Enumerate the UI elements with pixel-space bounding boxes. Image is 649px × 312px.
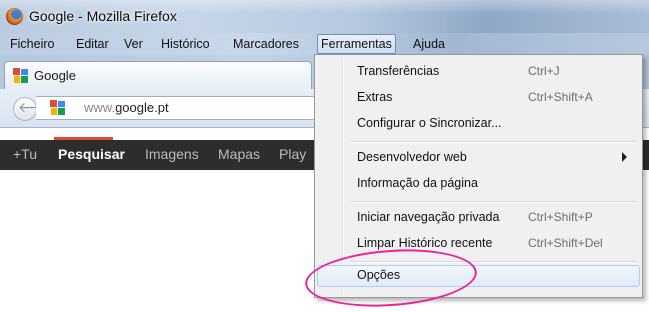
menuitem-label: Configurar o Sincronizar...: [357, 116, 502, 130]
menu-separator: [351, 201, 637, 203]
title-bar[interactable]: Google - Mozilla Firefox: [0, 0, 649, 33]
menuitem-informacao-pagina[interactable]: Informação da página: [317, 173, 640, 195]
menu-marcadores[interactable]: Marcadores: [231, 36, 301, 52]
menuitem-desenvolvedor-web[interactable]: Desenvolvedor web: [317, 147, 640, 169]
tab-google[interactable]: Google: [4, 61, 312, 90]
menuitem-shortcut: Ctrl+Shift+P: [528, 210, 593, 224]
menuitem-label: Desenvolvedor web: [357, 150, 467, 164]
menuitem-configurar-sincronizar[interactable]: Configurar o Sincronizar...: [317, 113, 640, 135]
menuitem-label: Transferências: [357, 64, 440, 78]
menu-historico[interactable]: Histórico: [159, 36, 212, 52]
menu-ficheiro[interactable]: Ficheiro: [8, 36, 56, 52]
menuitem-shortcut: Ctrl+Shift+A: [528, 90, 593, 104]
url-bar[interactable]: www.google.pt: [36, 96, 327, 120]
firefox-icon: [6, 8, 23, 25]
menu-ver[interactable]: Ver: [122, 36, 145, 52]
menuitem-label: Iniciar navegação privada: [357, 210, 500, 224]
ferramentas-dropdown: Transferências Ctrl+J Extras Ctrl+Shift+…: [314, 54, 643, 298]
google-favicon: [13, 68, 28, 83]
window-title: Google - Mozilla Firefox: [29, 8, 177, 24]
menu-editar[interactable]: Editar: [74, 36, 111, 52]
menu-ajuda[interactable]: Ajuda: [411, 36, 447, 52]
menu-separator: [351, 141, 637, 143]
gbar-play[interactable]: Play: [279, 146, 306, 162]
menuitem-label: Opções: [357, 268, 401, 282]
menuitem-label: Extras: [357, 90, 393, 104]
google-bar-accent: [54, 137, 113, 140]
menu-bar: Ficheiro Editar Ver Histórico Marcadores…: [0, 33, 649, 55]
menuitem-label: Limpar Histórico recente: [357, 236, 493, 250]
gbar-plus-tu[interactable]: +Tu: [13, 146, 37, 162]
url-domain: google.pt: [115, 100, 169, 115]
tab-label: Google: [34, 68, 76, 83]
menuitem-shortcut: Ctrl+J: [528, 64, 560, 78]
menu-separator: [351, 261, 637, 263]
gbar-pesquisar[interactable]: Pesquisar: [58, 146, 125, 162]
submenu-arrow-icon: [622, 152, 627, 162]
menuitem-shortcut: Ctrl+Shift+Del: [528, 236, 603, 250]
google-favicon: [50, 100, 65, 115]
back-button[interactable]: 🡐: [13, 97, 56, 121]
menuitem-opcoes[interactable]: Opções: [317, 265, 640, 287]
url-text: www.google.pt: [84, 100, 169, 115]
menu-ferramentas[interactable]: Ferramentas: [317, 34, 396, 54]
gbar-mapas[interactable]: Mapas: [218, 146, 260, 162]
menuitem-extras[interactable]: Extras Ctrl+Shift+A: [317, 87, 640, 109]
gbar-imagens[interactable]: Imagens: [145, 146, 199, 162]
menuitem-transferencias[interactable]: Transferências Ctrl+J: [317, 61, 640, 83]
menuitem-navegacao-privada[interactable]: Iniciar navegação privada Ctrl+Shift+P: [317, 207, 640, 229]
menuitem-limpar-historico[interactable]: Limpar Histórico recente Ctrl+Shift+Del: [317, 233, 640, 255]
menuitem-label: Informação da página: [357, 176, 478, 190]
url-prefix: www.: [84, 100, 116, 115]
